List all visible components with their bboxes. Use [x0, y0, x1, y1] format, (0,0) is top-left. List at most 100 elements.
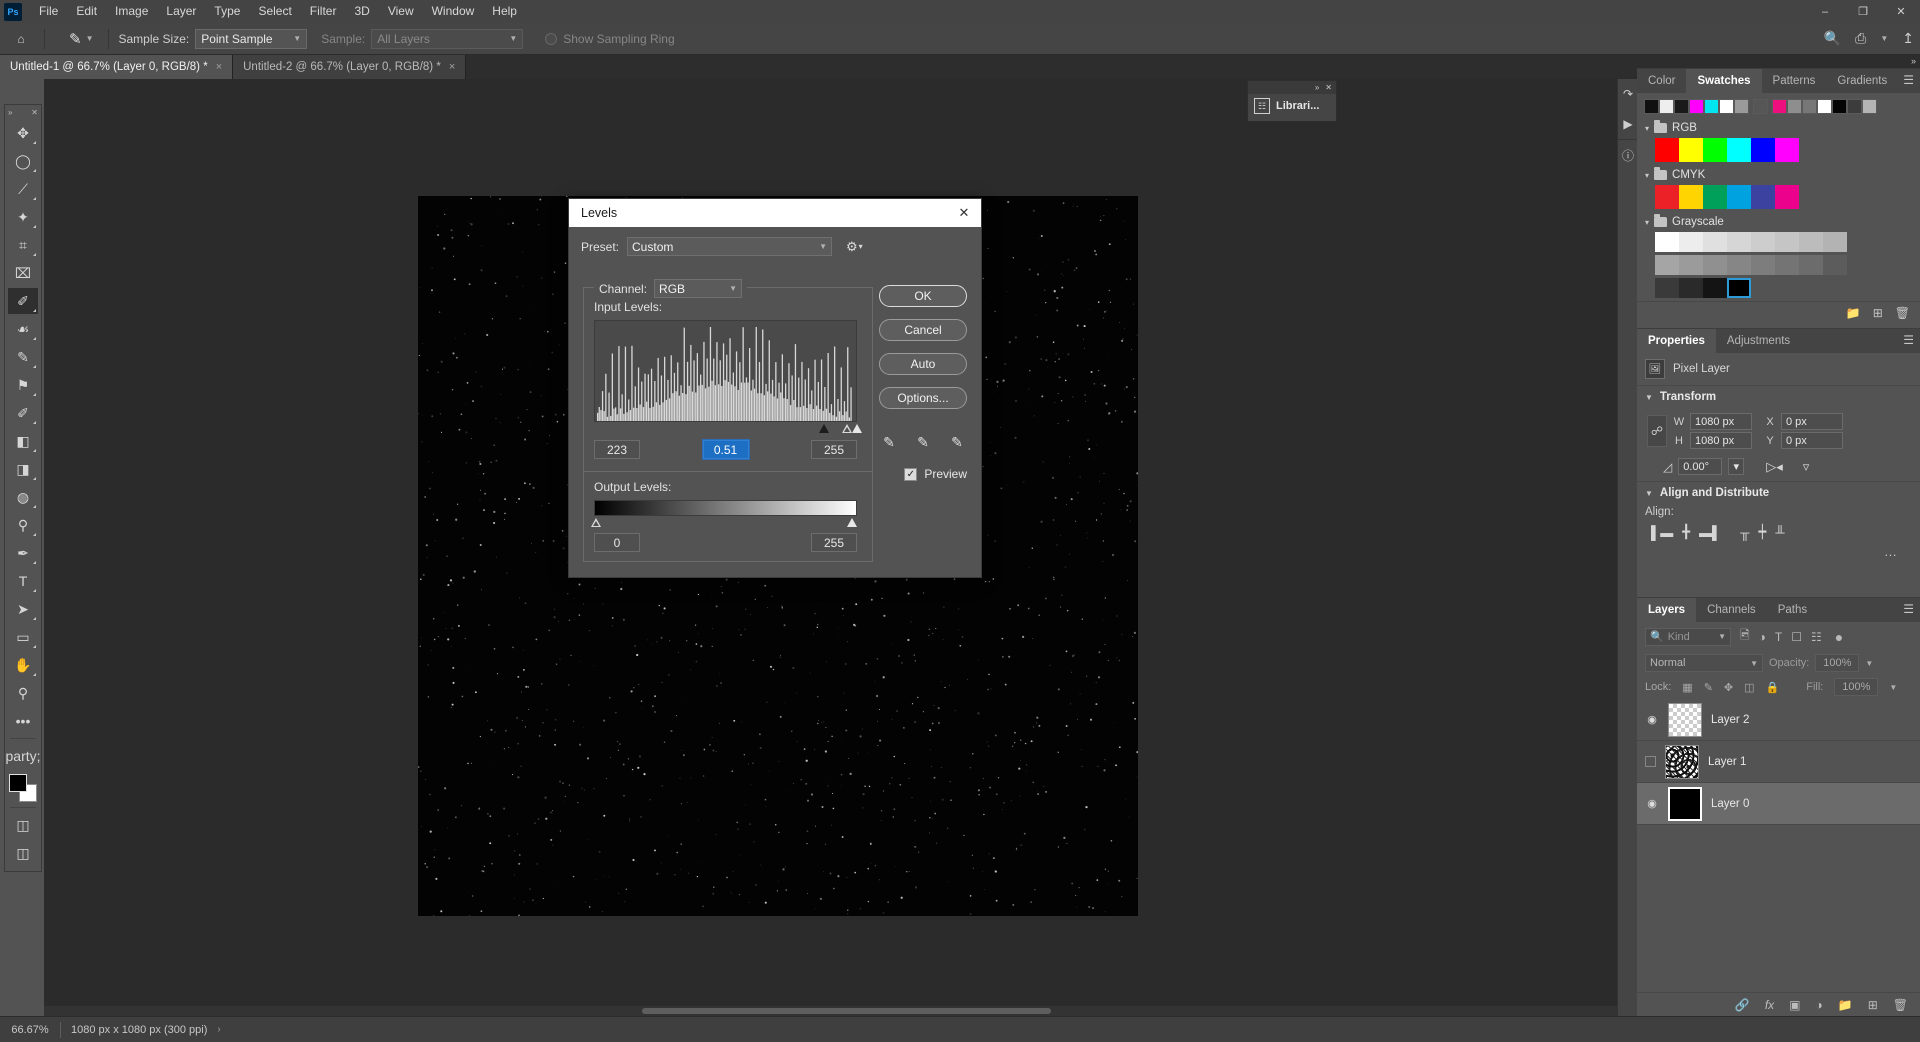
swatch[interactable] — [1655, 255, 1679, 275]
swatch[interactable] — [1751, 232, 1775, 252]
set-gray-point-icon[interactable]: ✎ — [913, 432, 933, 452]
share-icon[interactable]: ↥ — [1902, 30, 1914, 47]
swatch[interactable] — [1679, 185, 1703, 209]
tab-properties[interactable]: Properties — [1637, 329, 1716, 353]
output-white-field[interactable]: 255 — [811, 533, 857, 552]
output-levels-slider[interactable] — [591, 518, 857, 530]
layer-row[interactable]: ◉ Layer 0 — [1637, 783, 1920, 825]
output-black-field[interactable]: 0 — [594, 533, 640, 552]
height-input[interactable]: 1080 px — [1690, 432, 1752, 449]
clone-stamp-tool-icon[interactable]: ⚑ — [8, 372, 38, 398]
scrollbar-thumb[interactable] — [641, 1008, 1051, 1014]
swatch[interactable] — [1679, 232, 1703, 252]
flip-horizontal-icon[interactable]: ▷◂ — [1766, 459, 1783, 475]
align-right-icon[interactable]: ▬▌ — [1699, 525, 1721, 540]
swatch[interactable] — [1799, 255, 1823, 275]
align-left-icon[interactable]: ▌▬ — [1651, 525, 1673, 540]
gradient-tool-icon[interactable]: ◨ — [8, 456, 38, 482]
input-white-field[interactable]: 255 — [811, 440, 857, 459]
delete-icon[interactable]: 🗑 — [1895, 306, 1910, 320]
play-icon[interactable]: ▶ — [1618, 109, 1638, 139]
layer-thumbnail[interactable] — [1665, 744, 1699, 779]
width-input[interactable]: 1080 px — [1690, 413, 1752, 430]
align-middle-vertical-icon[interactable]: ┿ — [1758, 524, 1766, 540]
document-tab-2[interactable]: Untitled-2 @ 66.7% (Layer 0, RGB/8) * × — [233, 55, 467, 79]
layer-row[interactable]: Layer 1 — [1637, 741, 1920, 783]
show-sampling-ring-checkbox[interactable]: Show Sampling Ring — [545, 32, 680, 46]
y-input[interactable]: 0 px — [1781, 432, 1843, 449]
menu-image[interactable]: Image — [106, 0, 157, 23]
layer-row[interactable]: ◉ Layer 2 — [1637, 699, 1920, 741]
quick-mask-icon[interactable]: ◫ — [8, 812, 38, 838]
input-white-slider-handle[interactable] — [852, 424, 862, 433]
workspace-icon[interactable]: ⎙ — [1855, 30, 1866, 47]
brush-tool-icon[interactable]: ✎ — [8, 344, 38, 370]
add-layer-mask-icon[interactable]: ▣ — [1789, 998, 1800, 1012]
angle-input[interactable]: 0.00° — [1678, 458, 1723, 475]
swatch[interactable] — [1679, 255, 1703, 275]
align-top-icon[interactable]: ╥ — [1740, 525, 1749, 540]
lock-position-icon[interactable]: ✥ — [1724, 681, 1733, 694]
recent-swatch[interactable] — [1847, 99, 1862, 114]
more-options-icon[interactable]: … — [1637, 542, 1920, 567]
elliptical-marquee-tool-icon[interactable]: ◯ — [8, 148, 38, 174]
swatch[interactable] — [1655, 185, 1679, 209]
frame-tool-icon[interactable]: ⌧ — [8, 260, 38, 286]
swatch[interactable] — [1823, 232, 1847, 252]
blend-mode-select[interactable]: Normal ▼ — [1645, 654, 1763, 672]
swatch[interactable] — [1751, 138, 1775, 162]
new-group-icon[interactable]: 📁 — [1846, 306, 1861, 320]
collapse-icon[interactable]: » — [8, 108, 12, 117]
align-center-horizontal-icon[interactable]: ╋ — [1682, 524, 1690, 540]
new-adjustment-layer-icon[interactable]: ◑ — [1816, 998, 1823, 1012]
recent-swatch[interactable] — [1787, 99, 1802, 114]
swatch[interactable] — [1751, 255, 1775, 275]
layer-filter-select[interactable]: 🔍 Kind ▼ — [1645, 627, 1731, 646]
panel-menu-icon[interactable]: ☰ — [1903, 603, 1914, 615]
info-icon[interactable]: ⓘ — [1618, 140, 1638, 170]
new-layer-icon[interactable]: ⊞ — [1868, 998, 1878, 1012]
fill-input[interactable]: 100% — [1834, 678, 1879, 696]
flip-vertical-icon[interactable]: ▿ — [1803, 459, 1810, 475]
recent-swatch[interactable] — [1734, 99, 1749, 114]
lock-image-pixels-icon[interactable]: ✎ — [1704, 681, 1713, 694]
swatch[interactable] — [1727, 278, 1751, 298]
screen-mode-icon[interactable]: ◫ — [8, 840, 38, 866]
recent-swatch[interactable] — [1772, 99, 1787, 114]
filter-adjustment-icon[interactable]: ◑ — [1759, 630, 1766, 644]
swatch[interactable] — [1655, 232, 1679, 252]
swatch[interactable] — [1727, 138, 1751, 162]
eyedropper-tool-icon[interactable]: ✐ — [8, 288, 38, 314]
recent-swatch[interactable] — [1644, 99, 1659, 114]
swatch[interactable] — [1679, 138, 1703, 162]
swatch[interactable] — [1655, 278, 1679, 298]
histogram[interactable] — [594, 320, 857, 422]
close-icon[interactable]: × — [216, 61, 222, 73]
tab-layers[interactable]: Layers — [1637, 598, 1697, 622]
set-black-point-icon[interactable]: ✎ — [879, 432, 899, 452]
new-swatch-icon[interactable]: ⊞ — [1873, 306, 1883, 320]
chevron-down-icon[interactable]: ▼ — [86, 34, 94, 43]
input-black-field[interactable]: 223 — [594, 440, 640, 459]
swatch-group-rgb[interactable]: ▾ RGB — [1637, 118, 1920, 138]
swatch[interactable] — [1775, 255, 1799, 275]
align-distribute-section-header[interactable]: ▼ Align and Distribute — [1637, 481, 1920, 504]
pen-tool-icon[interactable]: ✒ — [8, 540, 38, 566]
preview-checkbox[interactable]: ✓ Preview — [904, 467, 967, 481]
filter-toggle-icon[interactable]: ● — [1835, 629, 1843, 645]
recent-swatch[interactable] — [1817, 99, 1832, 114]
recent-swatch[interactable] — [1719, 99, 1734, 114]
dock-collapse-icon[interactable]: » — [1911, 56, 1916, 66]
history-brush-tool-icon[interactable]: ✐ — [8, 400, 38, 426]
close-icon[interactable]: ✕ — [1882, 0, 1920, 23]
ok-button[interactable]: OK — [879, 285, 967, 307]
filter-shape-icon[interactable]: ☐ — [1791, 630, 1802, 644]
sample-size-select[interactable]: Point Sample ▼ — [195, 28, 308, 49]
hand-tool-icon[interactable]: ✋ — [8, 652, 38, 678]
menu-filter[interactable]: Filter — [301, 0, 346, 23]
recent-swatch[interactable] — [1832, 99, 1847, 114]
delete-layer-icon[interactable]: 🗑 — [1893, 998, 1908, 1012]
options-button[interactable]: Options... — [879, 387, 967, 409]
dodge-tool-icon[interactable]: ⚲ — [8, 512, 38, 538]
horizontal-scrollbar[interactable] — [44, 1006, 1617, 1016]
